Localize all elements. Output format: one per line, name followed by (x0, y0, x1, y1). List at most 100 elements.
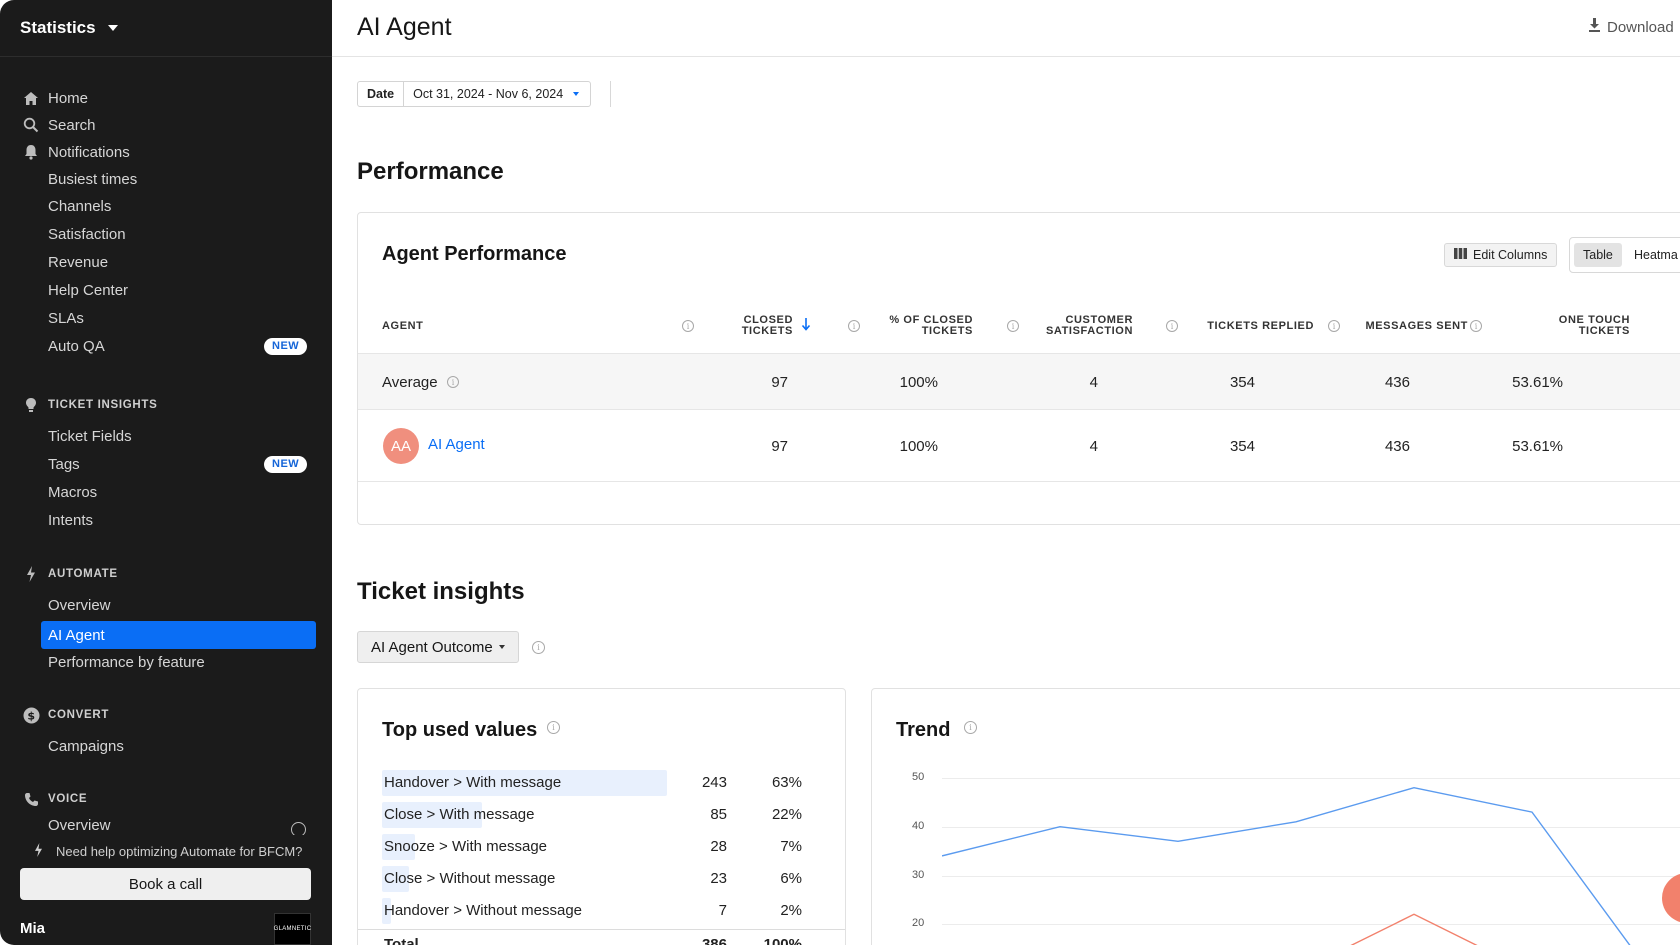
sidebar-item-help-center[interactable]: Help Center (0, 277, 332, 303)
cell-pct: 100% (899, 438, 938, 455)
sidebar-item-auto-qa[interactable]: Auto QA NEW (0, 333, 332, 359)
value-count: 7 (718, 902, 727, 919)
column-header-pct-closed[interactable]: % OF CLOSED TICKETS (858, 315, 973, 337)
total-divider (358, 929, 845, 930)
date-filter[interactable]: Date Oct 31, 2024 - Nov 6, 2024 (357, 81, 592, 107)
value-percent: 22% (771, 806, 802, 823)
sidebar-item-label: Campaigns (48, 737, 124, 755)
sidebar-item-intents[interactable]: Intents (0, 507, 332, 533)
sidebar-item-campaigns[interactable]: Campaigns (0, 733, 332, 759)
new-badge: NEW (264, 455, 308, 473)
sidebar-item-label: Ticket Fields (48, 427, 132, 445)
columns-icon (1454, 248, 1467, 262)
header-line: SATISFACTION (1045, 325, 1133, 337)
info-icon[interactable]: i (447, 376, 459, 388)
column-header-messages-sent[interactable]: MESSAGES SENT (1344, 321, 1468, 332)
sidebar-item-notifications[interactable]: Notifications (0, 139, 332, 165)
sort-desc-icon[interactable] (801, 317, 811, 336)
value-label: Close > Without message (384, 870, 556, 887)
y-tick-label: 20 (912, 917, 925, 929)
card-title: Agent Performance (382, 243, 567, 265)
svg-text:$: $ (27, 709, 35, 722)
sidebar-item-satisfaction[interactable]: Satisfaction (0, 221, 332, 247)
phone-icon (22, 790, 40, 808)
home-icon (22, 89, 40, 107)
sidebar-item-home[interactable]: Home (0, 85, 332, 111)
section-heading: VOICE (48, 793, 88, 805)
section-voice: VOICE (0, 789, 332, 809)
sidebar-item-ticket-fields[interactable]: Ticket Fields (0, 423, 332, 449)
list-item[interactable]: Handover > With message 243 63% (382, 770, 812, 796)
avatar: AA (383, 428, 419, 464)
value-percent: 63% (771, 774, 802, 791)
sidebar: Statistics Home Search Notifications Bus… (0, 0, 332, 945)
section-heading: CONVERT (48, 709, 110, 721)
section-automate: AUTOMATE (0, 564, 332, 584)
sidebar-item-slas[interactable]: SLAs (0, 305, 332, 331)
top-used-values-card: Top used values i Handover > With messag… (357, 688, 846, 945)
edit-columns-button[interactable]: Edit Columns (1444, 243, 1558, 267)
column-header-one-touch[interactable]: ONE TOUCH TICKETS (1503, 315, 1630, 337)
sidebar-header[interactable]: Statistics (0, 0, 332, 57)
info-icon[interactable]: i (682, 320, 694, 332)
top-bar: AI Agent Download (332, 0, 1680, 57)
sidebar-item-search[interactable]: Search (0, 112, 332, 138)
sidebar-item-label: Overview (48, 596, 111, 614)
value-label: Handover > With message (384, 774, 562, 791)
sidebar-item-voice-overview[interactable]: Overview (0, 817, 332, 835)
account-logo[interactable]: GLAMNETIC (274, 913, 311, 945)
cell-closed: 97 (771, 438, 788, 455)
column-header-closed-tickets[interactable]: CLOSED TICKETS (708, 315, 793, 337)
cell-csat: 4 (1089, 374, 1098, 391)
book-call-button[interactable]: Book a call (20, 868, 311, 900)
sidebar-item-label: Busiest times (48, 170, 138, 188)
value-count: 28 (710, 838, 727, 855)
cell-pct: 100% (899, 374, 938, 391)
list-item[interactable]: Close > Without message 23 6% (382, 866, 812, 892)
outcome-dropdown[interactable]: AI Agent Outcome (357, 631, 519, 663)
info-icon[interactable]: i (1470, 320, 1482, 332)
view-heatmap-button[interactable]: Heatma (1634, 243, 1678, 267)
info-icon[interactable]: i (547, 721, 560, 734)
sidebar-item-channels[interactable]: Channels (0, 193, 332, 219)
info-icon[interactable]: i (1166, 320, 1178, 332)
section-heading: TICKET INSIGHTS (48, 399, 158, 411)
column-header-tickets-replied[interactable]: TICKETS REPLIED (1184, 321, 1314, 332)
user-name[interactable]: Mia (20, 920, 45, 937)
column-header-agent[interactable]: AGENT (382, 321, 424, 332)
sidebar-item-label: Channels (48, 197, 112, 215)
page-title: AI Agent (357, 13, 452, 41)
view-table-button[interactable]: Table (1574, 243, 1622, 267)
sidebar-item-label: Macros (48, 483, 98, 501)
sidebar-item-tags[interactable]: Tags NEW (0, 451, 332, 477)
average-label: Average (382, 374, 438, 391)
sidebar-item-label: Search (48, 116, 96, 134)
sidebar-item-busiest-times[interactable]: Busiest times (0, 166, 332, 192)
help-banner: Need help optimizing Automate for BFCM? (0, 838, 332, 864)
sidebar-item-label: Help Center (48, 281, 129, 299)
list-item[interactable]: Snooze > With message 28 7% (382, 834, 812, 860)
sidebar-item-performance-by-feature[interactable]: Performance by feature (0, 649, 332, 675)
table-row[interactable]: 97 100% 4 354 436 53.61% (358, 411, 1680, 482)
sidebar-title: Statistics (20, 18, 96, 37)
cell-csat: 4 (1089, 438, 1098, 455)
ticket-insights-heading: Ticket insights (357, 578, 525, 605)
add-icon[interactable] (291, 822, 306, 835)
sidebar-item-macros[interactable]: Macros (0, 479, 332, 505)
info-icon[interactable]: i (532, 641, 545, 654)
date-filter-value[interactable]: Oct 31, 2024 - Nov 6, 2024 (404, 82, 590, 106)
list-item[interactable]: Close > With message 85 22% (382, 802, 812, 828)
sidebar-item-automate-overview[interactable]: Overview (0, 592, 332, 618)
sidebar-item-revenue[interactable]: Revenue (0, 249, 332, 275)
section-heading: AUTOMATE (48, 568, 118, 580)
column-header-customer-satisfaction[interactable]: CUSTOMER SATISFACTION (1018, 315, 1133, 337)
lightbulb-icon (22, 396, 40, 414)
y-tick-label: 40 (912, 820, 925, 832)
download-button[interactable]: Download (1588, 18, 1674, 36)
list-item[interactable]: Handover > Without message 7 2% (382, 898, 812, 924)
download-label: Download (1607, 18, 1674, 36)
sidebar-item-label: Tags (48, 455, 80, 473)
agent-name-link[interactable]: AI Agent (428, 436, 485, 453)
card-title: Top used values (382, 719, 538, 741)
info-icon[interactable]: i (1328, 320, 1340, 332)
